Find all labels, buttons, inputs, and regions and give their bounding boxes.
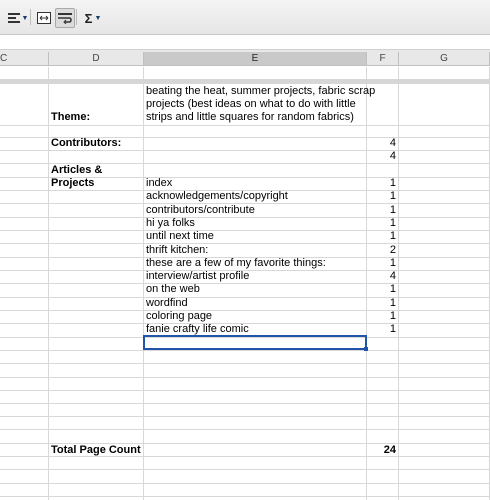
article-page-count: 1 <box>389 310 396 322</box>
toolbar: ▼ Σ ▼ <box>0 0 490 35</box>
chevron-down-icon: ▼ <box>21 14 29 22</box>
toolbar-separator <box>76 9 77 25</box>
column-header-f[interactable]: F <box>367 52 399 66</box>
contributors-label: Contributors: <box>51 137 122 149</box>
article-page-count: 1 <box>389 203 396 216</box>
article-title: acknowledgements/copyright <box>146 190 288 203</box>
gridline <box>0 496 490 497</box>
gridline <box>0 243 490 244</box>
fill-handle[interactable] <box>364 347 368 351</box>
articles-label-line-1: Articles & <box>51 164 103 176</box>
formula-bar[interactable] <box>0 35 490 50</box>
article-page-count: 1 <box>389 283 396 296</box>
article-page-count: 1 <box>389 216 396 229</box>
toolbar-separator <box>30 9 31 25</box>
gridline <box>0 150 490 151</box>
gridline <box>0 377 490 378</box>
gridline <box>0 469 490 470</box>
article-page-count: 1 <box>389 256 396 269</box>
article-page-count: 1 <box>389 296 396 309</box>
gridline <box>0 403 490 404</box>
frozen-divider <box>0 79 490 83</box>
article-page-count: 1 <box>389 230 396 243</box>
article-title: index <box>146 177 173 189</box>
gridline <box>0 350 490 351</box>
selected-cell[interactable] <box>143 335 367 350</box>
article-title: until next time <box>146 230 214 243</box>
gridline <box>0 83 490 84</box>
column-header-g[interactable]: G <box>399 52 490 66</box>
gridline <box>0 230 490 231</box>
theme-value-line-1: beating the heat, summer projects, fabri… <box>146 85 376 97</box>
column-header-d[interactable]: D <box>49 52 144 66</box>
theme-value-line-3: strips and little squares for random fab… <box>146 111 354 123</box>
gridline <box>0 217 490 218</box>
theme-label: Theme: <box>51 111 91 123</box>
gridline <box>0 283 490 284</box>
gridline <box>0 297 490 298</box>
gridline <box>0 363 490 364</box>
align-left-icon <box>7 13 20 23</box>
contributors-count: 4 <box>389 150 396 162</box>
article-page-count: 2 <box>389 243 396 256</box>
article-title: thrift kitchen: <box>146 243 209 256</box>
article-page-count: 1 <box>389 190 396 203</box>
align-button[interactable]: ▼ <box>4 8 32 28</box>
articles-label-line-2: Projects <box>51 177 95 189</box>
article-title: hi ya folks <box>146 216 195 229</box>
column-header-c[interactable]: C <box>0 52 49 66</box>
contributors-count: 4 <box>389 137 396 149</box>
spreadsheet-grid[interactable]: Theme: beating the heat, summer projects… <box>0 67 490 500</box>
wrap-text-icon <box>58 13 72 24</box>
article-title: on the web <box>146 283 200 296</box>
functions-button[interactable]: Σ ▼ <box>80 8 106 28</box>
article-title: these are a few of my favorite things: <box>146 256 326 269</box>
chevron-down-icon: ▼ <box>94 14 102 22</box>
gridline <box>0 483 490 484</box>
article-title: wordfind <box>146 296 188 309</box>
article-page-count: 4 <box>389 270 396 283</box>
column-header-e[interactable]: E <box>144 52 367 66</box>
sigma-icon: Σ <box>84 10 93 26</box>
gridline <box>0 125 490 126</box>
merge-cells-icon <box>37 12 51 24</box>
gridline <box>0 390 490 391</box>
article-title: coloring page <box>146 310 213 322</box>
gridline <box>0 310 490 311</box>
total-value: 24 <box>383 444 396 456</box>
article-page-count: 1 <box>389 323 396 336</box>
gridline <box>0 429 490 430</box>
wrap-text-button[interactable] <box>55 8 75 28</box>
total-label: Total Page Count <box>51 444 141 456</box>
article-title: interview/artist profile <box>146 270 250 283</box>
merge-cells-button[interactable] <box>34 8 54 28</box>
article-page-count: 1 <box>389 177 396 189</box>
article-title: contributors/contribute <box>146 203 255 216</box>
theme-value-line-2: projects (best ideas on what to do with … <box>146 98 356 110</box>
gridline <box>0 416 490 417</box>
